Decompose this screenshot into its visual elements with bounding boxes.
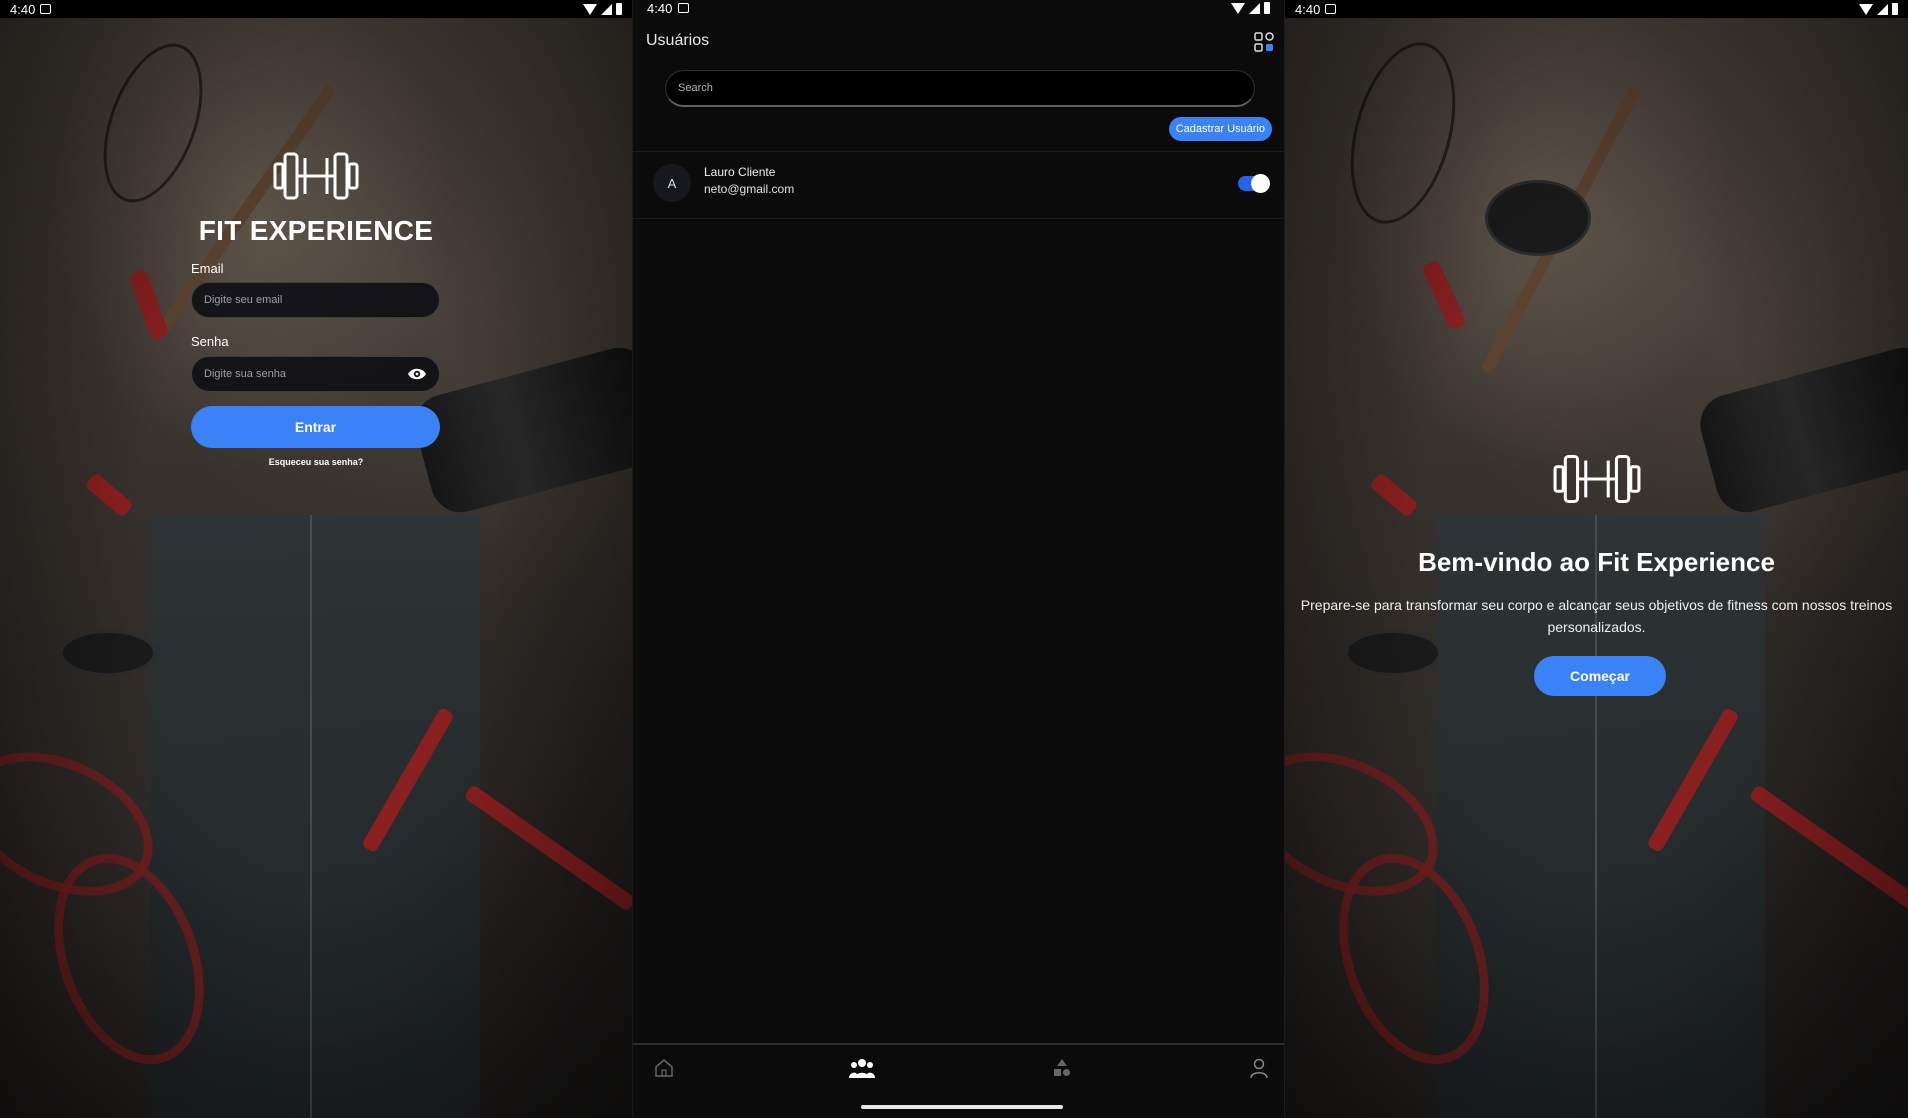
users-group-icon[interactable] [849, 1057, 875, 1079]
password-label: Senha [191, 334, 229, 349]
wifi-icon [583, 3, 597, 15]
wifi-icon [1859, 3, 1873, 15]
signal-icon [601, 3, 612, 15]
status-bar: 4:40 [633, 0, 1284, 16]
notification-icon [678, 3, 690, 13]
avatar: A [653, 164, 691, 202]
page-title: Usuários [646, 32, 710, 49]
status-time: 4:40 [1295, 1, 1321, 17]
user-active-toggle[interactable] [1238, 174, 1270, 193]
wifi-icon [1231, 2, 1245, 14]
app-title: FIT EXPERIENCE [198, 215, 434, 246]
gesture-home-bar[interactable] [861, 1105, 1063, 1109]
signal-icon [1249, 2, 1260, 14]
login-button[interactable]: Entrar [191, 406, 440, 448]
divider [633, 218, 1284, 219]
notification-icon [1325, 4, 1337, 14]
users-screen: 4:40 Usuários Search Cadastrar Usuário A… [632, 0, 1285, 1118]
password-field[interactable]: Digite sua senha [191, 356, 440, 392]
notification-icon [40, 4, 52, 14]
email-field[interactable]: Digite seu email [191, 282, 440, 318]
welcome-title: Bem-vindo ao Fit Experience [1418, 547, 1775, 577]
add-user-button[interactable]: Cadastrar Usuário [1168, 117, 1272, 141]
email-label: Email [191, 261, 224, 276]
dumbbell-logo-icon [1285, 452, 1908, 506]
apps-grid-icon[interactable] [1254, 32, 1274, 52]
search-input[interactable]: Search [665, 70, 1255, 107]
eye-icon[interactable] [407, 367, 427, 381]
login-screen: 4:40 FIT EXPERIENCE Email Digite seu ema… [0, 0, 632, 1118]
password-placeholder: Digite sua senha [204, 368, 286, 380]
email-placeholder: Digite seu email [204, 294, 283, 306]
search-placeholder: Search [678, 82, 713, 94]
status-bar: 4:40 [1285, 0, 1908, 18]
battery-icon [1264, 2, 1270, 14]
welcome-screen: 4:40 Bem-vindo ao Fit Experience Prepare… [1285, 0, 1908, 1118]
home-icon[interactable] [653, 1057, 675, 1079]
start-button[interactable]: Começar [1534, 656, 1666, 696]
signal-icon [1877, 3, 1888, 15]
battery-icon [616, 3, 622, 15]
battery-icon [1892, 3, 1898, 15]
bottom-navigation [633, 1043, 1284, 1095]
status-bar: 4:40 [0, 0, 632, 18]
status-time: 4:40 [647, 0, 673, 16]
status-time: 4:40 [10, 1, 36, 17]
welcome-description: Prepare-se para transformar seu corpo e … [1300, 597, 1893, 635]
user-email: neto@gmail.com [704, 182, 795, 196]
dumbbell-logo-icon [0, 150, 632, 202]
forgot-password-link[interactable]: Esqueceu sua senha? [0, 457, 632, 467]
user-list-item[interactable]: A Lauro Cliente neto@gmail.com [633, 152, 1284, 218]
profile-icon[interactable] [1248, 1057, 1270, 1079]
user-name: Lauro Cliente [704, 165, 776, 179]
shapes-icon[interactable] [1051, 1057, 1073, 1079]
